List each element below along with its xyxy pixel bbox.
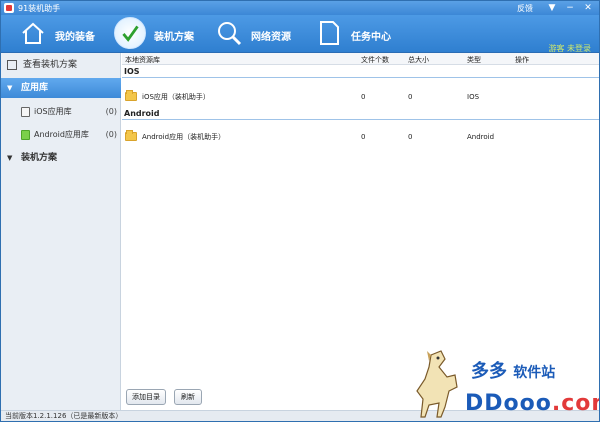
row-file-count: 0 bbox=[361, 133, 366, 141]
item-count: (0) bbox=[105, 107, 117, 116]
group-header-ios: IOS bbox=[122, 66, 599, 78]
tab-label: 我的装备 bbox=[55, 32, 95, 43]
watermark-text: 多多 软件站 bbox=[471, 361, 556, 382]
column-header[interactable]: 文件个数 bbox=[361, 55, 389, 65]
app-window: 91装机助手 反馈 ▼ − ✕ 我的装备 装机方案 网络资源 任务中心 游客 未… bbox=[0, 0, 600, 422]
expand-arrow-icon: ▼ bbox=[7, 84, 13, 92]
column-header[interactable]: 总大小 bbox=[408, 55, 429, 65]
tab-label: 装机方案 bbox=[154, 32, 194, 43]
sidebar-item-android-library[interactable]: Android应用库 (0) bbox=[1, 125, 121, 145]
row-type: IOS bbox=[467, 93, 480, 101]
add-directory-button[interactable]: 添加目录 bbox=[126, 389, 166, 405]
column-header[interactable]: 操作 bbox=[515, 55, 529, 65]
android-icon bbox=[21, 130, 30, 140]
row-name: Android应用（装机助手） bbox=[142, 133, 226, 141]
tab-label: 网络资源 bbox=[251, 32, 291, 43]
title-bar: 91装机助手 反馈 ▼ − ✕ bbox=[1, 1, 599, 15]
sidebar-item-label: 查看装机方案 bbox=[23, 60, 78, 70]
expand-arrow-icon: ▼ bbox=[7, 154, 13, 162]
main-toolbar: 我的装备 装机方案 网络资源 任务中心 游客 未登录 bbox=[1, 15, 599, 53]
home-icon bbox=[22, 22, 44, 44]
sidebar-item-ios-library[interactable]: iOS应用库 (0) bbox=[1, 102, 121, 122]
folder-icon bbox=[125, 90, 137, 101]
menu-dropdown-icon[interactable]: ▼ bbox=[545, 2, 559, 14]
sidebar-item-view-plan[interactable]: 查看装机方案 bbox=[1, 55, 121, 75]
document-icon bbox=[320, 21, 339, 45]
sidebar-item-label: 应用库 bbox=[21, 83, 49, 93]
table-header: 本地资源库 文件个数 总大小 类型 操作 bbox=[122, 53, 599, 65]
table-row[interactable]: iOS应用（装机助手） 0 0 IOS bbox=[122, 84, 599, 110]
row-file-count: 0 bbox=[361, 93, 366, 101]
folder-icon bbox=[125, 130, 137, 141]
row-total-size: 0 bbox=[408, 133, 413, 141]
table-row[interactable]: Android应用（装机助手） 0 0 Android bbox=[122, 124, 599, 150]
sidebar-item-install-plan[interactable]: ▼ 装机方案 bbox=[1, 148, 121, 168]
window-title: 91装机助手 bbox=[18, 4, 61, 13]
sidebar-item-label: iOS应用库 bbox=[34, 107, 72, 116]
sidebar-item-label: Android应用库 bbox=[34, 130, 89, 139]
watermark: 多多 软件站 DDooo.com bbox=[411, 347, 599, 419]
item-count: (0) bbox=[105, 130, 117, 139]
search-icon bbox=[218, 22, 242, 46]
row-name: iOS应用（装机助手） bbox=[142, 93, 210, 101]
close-button[interactable]: ✕ bbox=[581, 2, 595, 14]
sidebar-item-app-library[interactable]: ▼ 应用库 bbox=[1, 78, 121, 98]
row-type: Android bbox=[467, 133, 495, 141]
sidebar: 查看装机方案 ▼ 应用库 iOS应用库 (0) Android应用库 (0) ▼… bbox=[1, 53, 121, 410]
group-header-android: Android bbox=[122, 108, 599, 120]
column-header[interactable]: 类型 bbox=[467, 55, 481, 65]
cube-icon bbox=[7, 60, 17, 70]
row-total-size: 0 bbox=[408, 93, 413, 101]
column-header[interactable]: 本地资源库 bbox=[125, 55, 160, 65]
feedback-link[interactable]: 反馈 bbox=[517, 3, 533, 14]
ios-device-icon bbox=[21, 107, 30, 117]
tab-label: 任务中心 bbox=[351, 32, 391, 43]
watermark-url: DDooo.com bbox=[465, 391, 599, 416]
sidebar-item-label: 装机方案 bbox=[21, 153, 58, 163]
horse-logo-icon bbox=[416, 350, 458, 418]
app-logo-icon bbox=[4, 3, 14, 13]
minimize-button[interactable]: − bbox=[563, 2, 577, 14]
refresh-button[interactable]: 刷新 bbox=[174, 389, 202, 405]
check-icon bbox=[114, 17, 146, 49]
